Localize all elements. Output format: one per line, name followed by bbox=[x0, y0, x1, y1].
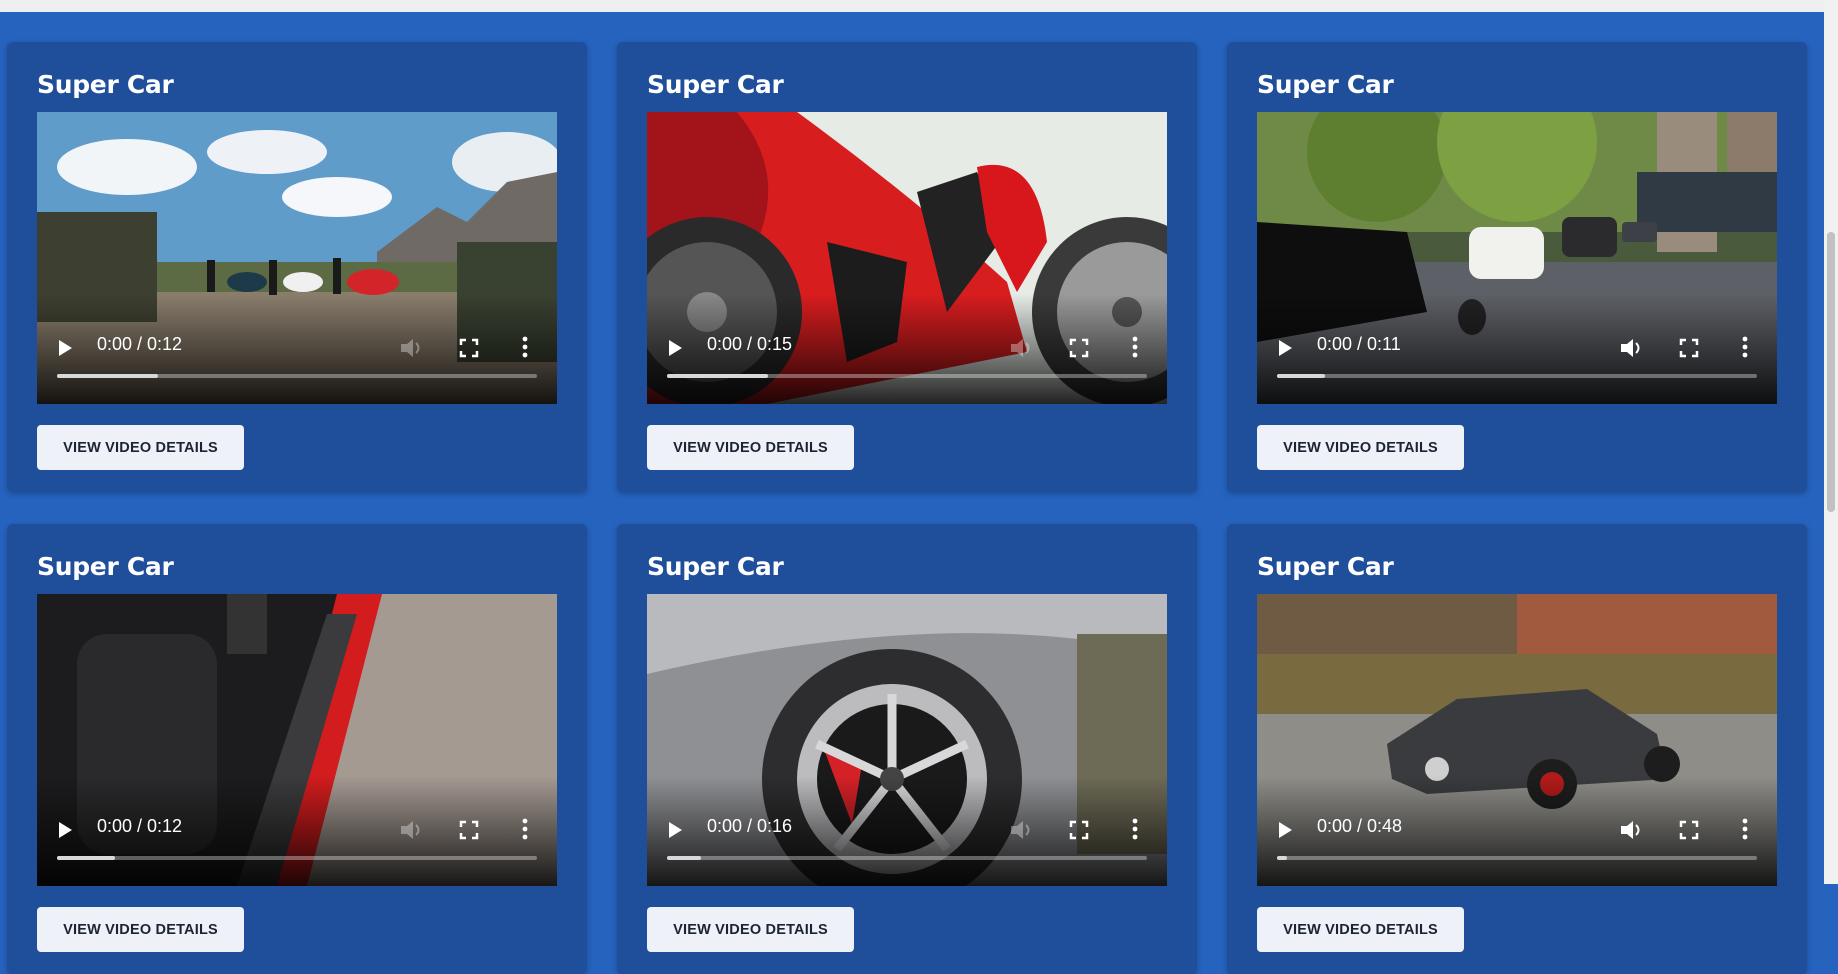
video-progress-bar[interactable] bbox=[1277, 374, 1757, 378]
video-time: 0:00 / 0:48 bbox=[1317, 816, 1403, 836]
more-options-icon[interactable] bbox=[1131, 336, 1139, 358]
video-progress-bar[interactable] bbox=[667, 374, 1147, 378]
fullscreen-icon[interactable] bbox=[1069, 338, 1089, 358]
view-video-details-button[interactable]: VIEW VIDEO DETAILS bbox=[1257, 907, 1464, 952]
play-icon[interactable] bbox=[669, 340, 682, 356]
video-card: Super Car 0:00 / 0:12 VIEW VIDEO DETAILS bbox=[7, 42, 587, 492]
browser-top-strip bbox=[0, 0, 1824, 12]
volume-icon[interactable] bbox=[1009, 336, 1035, 360]
video-player[interactable]: 0:00 / 0:15 bbox=[647, 112, 1167, 404]
more-options-icon[interactable] bbox=[1741, 818, 1749, 840]
video-card: Super Car 0:00 / 0:48 VIEW VIDEO DETAILS bbox=[1227, 524, 1807, 974]
video-time: 0:00 / 0:16 bbox=[707, 816, 793, 836]
video-time: 0:00 / 0:15 bbox=[707, 334, 793, 354]
card-title: Super Car bbox=[1257, 70, 1394, 99]
play-icon[interactable] bbox=[59, 822, 72, 838]
view-video-details-button[interactable]: VIEW VIDEO DETAILS bbox=[647, 907, 854, 952]
more-options-icon[interactable] bbox=[1131, 818, 1139, 840]
buffered-bar bbox=[1277, 856, 1287, 860]
video-card: Super Car 0:00 / 0:15 VIEW VIDEO DETAILS bbox=[617, 42, 1197, 492]
buffered-bar bbox=[667, 856, 701, 860]
video-player[interactable]: 0:00 / 0:16 bbox=[647, 594, 1167, 886]
video-progress-bar[interactable] bbox=[57, 374, 537, 378]
fullscreen-icon[interactable] bbox=[459, 338, 479, 358]
view-video-details-button[interactable]: VIEW VIDEO DETAILS bbox=[1257, 425, 1464, 470]
buffered-bar bbox=[1277, 374, 1325, 378]
play-icon[interactable] bbox=[1279, 822, 1292, 838]
buffered-bar bbox=[57, 374, 158, 378]
buffered-bar bbox=[667, 374, 768, 378]
video-progress-bar[interactable] bbox=[57, 856, 537, 860]
video-player[interactable]: 0:00 / 0:48 bbox=[1257, 594, 1777, 886]
fullscreen-icon[interactable] bbox=[459, 820, 479, 840]
volume-icon[interactable] bbox=[399, 336, 425, 360]
video-card: Super Car 0:00 / 0:11 VIEW VIDEO DETAILS bbox=[1227, 42, 1807, 492]
play-icon[interactable] bbox=[1279, 340, 1292, 356]
buffered-bar bbox=[57, 856, 115, 860]
more-options-icon[interactable] bbox=[521, 336, 529, 358]
video-player[interactable]: 0:00 / 0:12 bbox=[37, 112, 557, 404]
video-time: 0:00 / 0:12 bbox=[97, 816, 183, 836]
scrollbar-thumb[interactable] bbox=[1827, 232, 1835, 512]
video-player[interactable]: 0:00 / 0:11 bbox=[1257, 112, 1777, 404]
video-progress-bar[interactable] bbox=[667, 856, 1147, 860]
page-scrollbar[interactable] bbox=[1824, 0, 1838, 884]
card-title: Super Car bbox=[647, 70, 784, 99]
volume-icon[interactable] bbox=[399, 818, 425, 842]
fullscreen-icon[interactable] bbox=[1679, 820, 1699, 840]
volume-icon[interactable] bbox=[1619, 818, 1645, 842]
video-time: 0:00 / 0:11 bbox=[1317, 334, 1401, 354]
more-options-icon[interactable] bbox=[1741, 336, 1749, 358]
video-progress-bar[interactable] bbox=[1277, 856, 1757, 860]
fullscreen-icon[interactable] bbox=[1679, 338, 1699, 358]
volume-icon[interactable] bbox=[1009, 818, 1035, 842]
play-icon[interactable] bbox=[59, 340, 72, 356]
fullscreen-icon[interactable] bbox=[1069, 820, 1089, 840]
card-title: Super Car bbox=[37, 552, 174, 581]
play-icon[interactable] bbox=[669, 822, 682, 838]
view-video-details-button[interactable]: VIEW VIDEO DETAILS bbox=[37, 907, 244, 952]
volume-icon[interactable] bbox=[1619, 336, 1645, 360]
video-time: 0:00 / 0:12 bbox=[97, 334, 183, 354]
video-player[interactable]: 0:00 / 0:12 bbox=[37, 594, 557, 886]
card-title: Super Car bbox=[1257, 552, 1394, 581]
card-title: Super Car bbox=[37, 70, 174, 99]
view-video-details-button[interactable]: VIEW VIDEO DETAILS bbox=[647, 425, 854, 470]
card-title: Super Car bbox=[647, 552, 784, 581]
view-video-details-button[interactable]: VIEW VIDEO DETAILS bbox=[37, 425, 244, 470]
video-card: Super Car 0:00 / 0:16 VIEW VIDEO DETAILS bbox=[617, 524, 1197, 974]
video-card: Super Car 0:00 / 0:12 VIEW VIDEO DETAILS bbox=[7, 524, 587, 974]
more-options-icon[interactable] bbox=[521, 818, 529, 840]
